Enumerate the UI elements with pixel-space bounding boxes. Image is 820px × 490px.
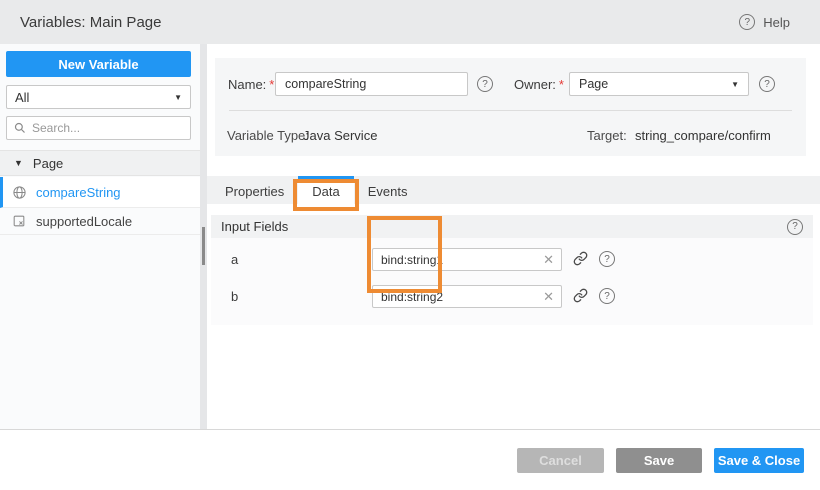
owner-help-icon[interactable]: ? <box>759 76 775 92</box>
help-link[interactable]: ? Help <box>739 14 790 30</box>
variable-type-value: Java Service <box>303 128 377 143</box>
dialog-header: Variables: Main Page ? Help <box>0 0 820 44</box>
tree-item-comparestring[interactable]: compareString <box>0 177 200 208</box>
input-field-row-a: a ✕ ? <box>211 248 813 272</box>
bind-input-wrap: ✕ <box>372 248 562 271</box>
tree-item-label: compareString <box>36 185 121 200</box>
search-input[interactable] <box>32 121 183 135</box>
dialog-footer: Cancel Save Save & Close <box>0 430 820 490</box>
sidebar-divider <box>200 44 207 429</box>
bind-input-b[interactable] <box>373 290 536 304</box>
scrollbar-thumb[interactable] <box>202 227 205 265</box>
required-marker: * <box>269 77 274 92</box>
bind-input-a[interactable] <box>373 253 536 267</box>
save-and-close-button[interactable]: Save & Close <box>714 448 804 473</box>
save-button[interactable]: Save <box>616 448 702 473</box>
input-fields-help-icon[interactable]: ? <box>787 219 803 235</box>
tab-data-label: Data <box>312 184 339 199</box>
required-marker: * <box>559 77 564 92</box>
input-fields-title: Input Fields <box>221 219 288 234</box>
field-label-b: b <box>231 289 238 304</box>
variable-type-label: Variable Type: <box>227 128 309 143</box>
tree-group-page[interactable]: ▼ Page <box>0 150 200 176</box>
variables-dialog: Variables: Main Page ? Help New Variable… <box>0 0 820 490</box>
new-variable-button[interactable]: New Variable <box>6 51 191 77</box>
page-title: Variables: Main Page <box>20 14 161 31</box>
field-help-icon[interactable]: ? <box>599 288 615 304</box>
java-service-icon <box>12 185 27 200</box>
help-label: Help <box>763 15 790 30</box>
tree-item-label: supportedLocale <box>36 214 132 229</box>
target-label: Target: <box>587 128 627 143</box>
caret-down-icon: ▼ <box>14 158 23 168</box>
help-icon: ? <box>739 14 755 30</box>
variable-filter-select[interactable]: All ▼ <box>6 85 191 109</box>
tab-events[interactable]: Events <box>354 176 422 204</box>
link-binding-icon[interactable] <box>573 288 589 304</box>
input-field-row-b: b ✕ ? <box>211 285 813 309</box>
name-input[interactable] <box>275 72 468 96</box>
owner-value: Page <box>579 77 608 91</box>
tab-data[interactable]: Data <box>298 176 353 204</box>
variable-summary-form: Name:* ? Owner:* Page ▼ ? Variable Type:… <box>215 58 806 156</box>
detail-tabs: Properties Data Events <box>207 176 820 204</box>
tree-group-label: Page <box>33 156 63 171</box>
search-icon <box>14 122 26 134</box>
search-box <box>6 116 191 140</box>
cancel-button[interactable]: Cancel <box>517 448 604 473</box>
clear-icon[interactable]: ✕ <box>536 249 561 270</box>
link-binding-icon[interactable] <box>573 251 589 267</box>
tab-properties[interactable]: Properties <box>211 176 298 204</box>
input-fields-section: Input Fields ? a ✕ <box>211 215 813 325</box>
variable-filter-value: All <box>15 90 29 105</box>
form-divider <box>229 110 792 111</box>
string-variable-icon <box>12 214 27 229</box>
chevron-down-icon: ▼ <box>731 80 739 89</box>
variables-sidebar: New Variable All ▼ ▼ Page <box>0 44 200 429</box>
tree-item-supportedlocale[interactable]: supportedLocale <box>0 208 200 235</box>
owner-select[interactable]: Page ▼ <box>569 72 749 96</box>
name-label: Name:* <box>228 77 274 92</box>
chevron-down-icon: ▼ <box>174 93 182 102</box>
input-fields-header: Input Fields ? <box>211 215 813 238</box>
bind-input-wrap: ✕ <box>372 285 562 308</box>
dialog-body: New Variable All ▼ ▼ Page <box>0 44 820 430</box>
field-label-a: a <box>231 252 238 267</box>
owner-label: Owner:* <box>514 77 564 92</box>
variable-detail-panel: Name:* ? Owner:* Page ▼ ? Variable Type:… <box>207 44 820 429</box>
field-help-icon[interactable]: ? <box>599 251 615 267</box>
clear-icon[interactable]: ✕ <box>536 286 561 307</box>
input-fields-body: a ✕ ? b <box>211 238 813 325</box>
name-help-icon[interactable]: ? <box>477 76 493 92</box>
target-value: string_compare/confirm <box>635 128 771 143</box>
